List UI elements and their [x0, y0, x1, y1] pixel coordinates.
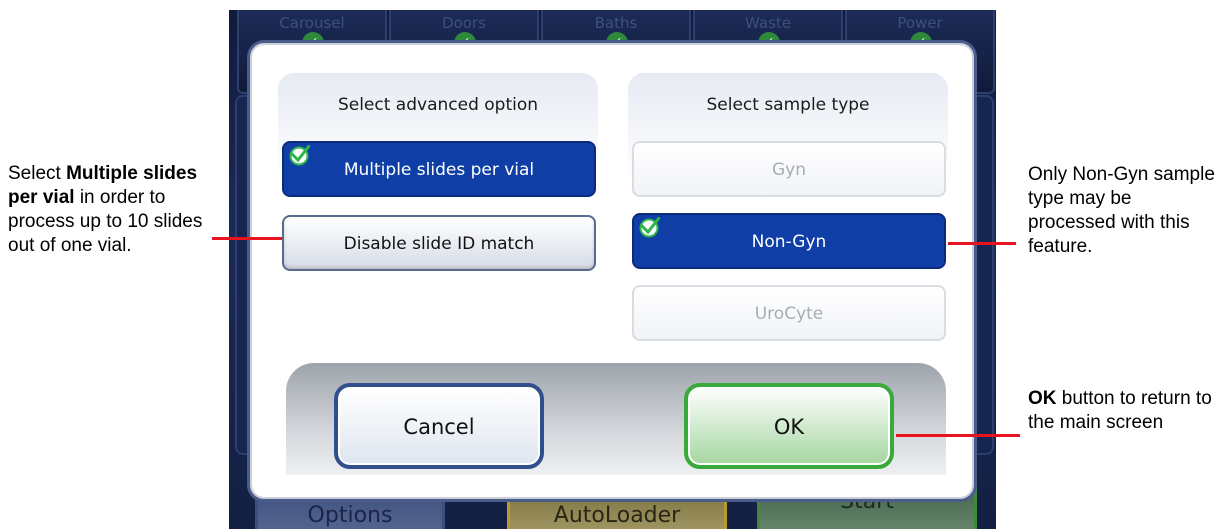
checkmark-icon	[289, 145, 310, 166]
status-label: Carousel	[279, 14, 345, 32]
status-label: Power	[897, 14, 943, 32]
status-label: Doors	[442, 14, 486, 32]
option-label: Gyn	[771, 160, 806, 180]
urocyte-button[interactable]: UroCyte	[632, 285, 946, 341]
checkmark-icon	[639, 217, 660, 238]
non-gyn-button[interactable]: Non-Gyn	[632, 213, 946, 269]
gyn-button[interactable]: Gyn	[632, 141, 946, 197]
cancel-button[interactable]: Cancel	[334, 383, 544, 469]
leader-line-right-bottom	[896, 434, 1020, 437]
option-label: Multiple slides per vial	[343, 160, 535, 180]
leader-line-right-top	[948, 242, 1016, 245]
option-label: Non-Gyn	[751, 232, 827, 252]
callout-right-bottom-text: OK button to return to the main screen	[1028, 387, 1224, 435]
sample-type-panel: Select sample type Gyn Non-Gyn UroCyte	[628, 73, 948, 341]
dialog-action-bar: Cancel OK	[286, 363, 946, 475]
advanced-option-panel: Select advanced option Multiple slides p…	[278, 73, 598, 333]
status-label: Waste	[745, 14, 791, 32]
ok-button[interactable]: OK	[684, 383, 894, 469]
advanced-options-dialog: Select advanced option Multiple slides p…	[250, 43, 974, 499]
callout-left-prefix: Select	[8, 163, 67, 184]
callout-left-text: Select Multiple slides per vial in order…	[8, 162, 208, 258]
callout-right-bottom-suffix: button to return to the main screen	[1028, 388, 1212, 433]
option-label: Disable slide ID match	[343, 234, 535, 254]
status-label: Baths	[594, 14, 638, 32]
multiple-slides-per-vial-button[interactable]: Multiple slides per vial	[282, 141, 596, 197]
disable-slide-id-match-button[interactable]: Disable slide ID match	[282, 215, 596, 271]
callout-right-bottom-bold: OK	[1028, 388, 1057, 409]
callout-right-top-text: Only Non-Gyn sample type may be processe…	[1028, 164, 1215, 257]
advanced-option-title: Select advanced option	[337, 95, 539, 115]
option-label: UroCyte	[754, 304, 824, 324]
sample-type-title: Select sample type	[706, 95, 870, 115]
leader-line-left	[212, 237, 282, 240]
